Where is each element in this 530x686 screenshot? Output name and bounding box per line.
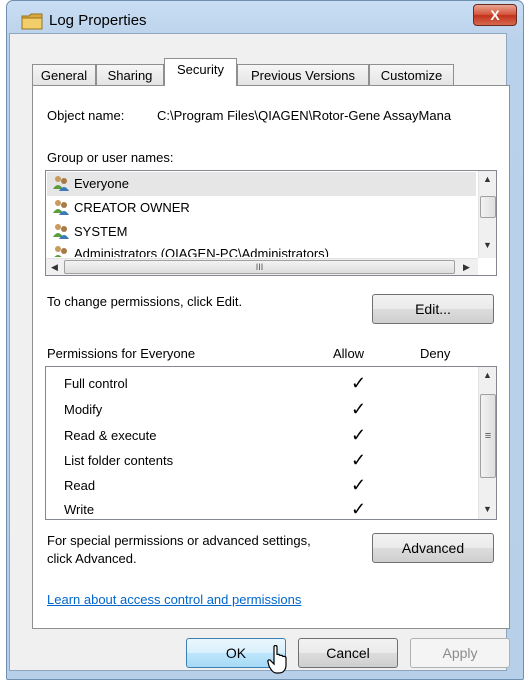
user-name: Administrators (QIAGEN-PC\Administrators… xyxy=(74,246,329,257)
tab-previous-versions[interactable]: Previous Versions xyxy=(237,64,369,86)
user-list-vertical-scrollbar[interactable]: ▲ ▼ xyxy=(478,171,496,258)
permission-name: List folder contents xyxy=(64,453,174,468)
allow-check-icon: ✓ xyxy=(351,499,367,519)
permissions-vertical-scrollbar[interactable]: ▲ ≡ ▼ xyxy=(478,367,496,519)
horizontal-scroll-thumb[interactable]: III xyxy=(64,260,455,274)
scroll-right-arrow-icon[interactable]: ▶ xyxy=(458,259,475,275)
cancel-button[interactable]: Cancel xyxy=(298,638,398,668)
tab-general[interactable]: General xyxy=(32,64,96,86)
allow-check-icon: ✓ xyxy=(351,475,367,495)
ok-button-label: OK xyxy=(225,645,247,661)
allow-check-icon: ✓ xyxy=(351,425,367,445)
tab-sharing-label: Sharing xyxy=(107,68,153,83)
mouse-pointer-icon xyxy=(267,645,287,674)
object-name-label: Object name: xyxy=(47,108,125,123)
user-list-item[interactable]: Administrators (QIAGEN-PC\Administrators… xyxy=(52,243,329,257)
advanced-button-label: Advanced xyxy=(401,540,465,556)
object-name-value: C:\Program Files\QIAGEN\Rotor-Gene Assay… xyxy=(157,108,452,123)
user-group-icon xyxy=(53,200,69,215)
user-name: CREATOR OWNER xyxy=(74,200,190,215)
permission-name: Read & execute xyxy=(64,428,157,443)
tab-security-label: Security xyxy=(177,62,224,77)
permission-row: Read & execute xyxy=(64,423,157,448)
user-list-item[interactable]: Everyone xyxy=(52,173,129,195)
deny-column-header: Deny xyxy=(420,346,451,361)
scroll-up-arrow-icon[interactable]: ▲ xyxy=(479,171,496,188)
scroll-grip: III xyxy=(255,262,264,272)
tab-security[interactable]: Security xyxy=(164,58,237,86)
permission-name: Write xyxy=(64,502,95,517)
advanced-button[interactable]: Advanced xyxy=(372,533,494,563)
close-button[interactable]: X xyxy=(473,4,517,26)
allow-check-icon: ✓ xyxy=(351,399,367,419)
permission-name: Read xyxy=(64,478,96,493)
folder-icon xyxy=(21,13,43,30)
user-list[interactable]: Everyone CREATOR OWNER SYSTEM Administra… xyxy=(45,170,497,276)
learn-access-control-link[interactable]: Learn about access control and permissio… xyxy=(47,592,301,607)
change-permissions-text: To change permissions, click Edit. xyxy=(47,294,243,309)
user-list-item[interactable]: CREATOR OWNER xyxy=(52,197,190,219)
permissions-header: Permissions for Everyone xyxy=(47,346,196,361)
edit-button[interactable]: Edit... xyxy=(372,294,494,324)
tab-customize[interactable]: Customize xyxy=(369,64,454,86)
user-group-icon xyxy=(53,224,69,239)
allow-check-icon: ✓ xyxy=(351,450,367,470)
user-group-icon xyxy=(54,246,67,257)
window-title: Log Properties xyxy=(49,12,147,29)
permission-row: Modify xyxy=(64,397,102,422)
tab-sharing[interactable]: Sharing xyxy=(96,64,164,86)
tab-customize-label: Customize xyxy=(380,68,443,83)
permission-name: Modify xyxy=(64,402,103,417)
allow-column-header: Allow xyxy=(333,346,365,361)
permission-row: Read xyxy=(64,473,95,498)
scroll-down-arrow-icon[interactable]: ▼ xyxy=(479,501,496,518)
scroll-left-arrow-icon[interactable]: ◀ xyxy=(46,259,63,275)
apply-button-label: Apply xyxy=(442,645,478,661)
tab-general-label: General xyxy=(40,68,88,83)
special-permissions-text-line1: For special permissions or advanced sett… xyxy=(47,533,311,548)
user-list-horizontal-scrollbar[interactable]: ◀ III ▶ xyxy=(46,258,478,275)
scroll-up-arrow-icon[interactable]: ▲ xyxy=(479,367,496,384)
user-name: Everyone xyxy=(74,176,129,191)
special-permissions-text-line2: click Advanced. xyxy=(47,551,137,566)
user-name: SYSTEM xyxy=(74,224,128,239)
apply-button[interactable]: Apply xyxy=(410,638,510,668)
permissions-list: Full control ✓ Modify ✓ Read & execute ✓… xyxy=(45,366,497,520)
permission-row: Write xyxy=(64,497,95,519)
user-list-item[interactable]: SYSTEM xyxy=(52,221,127,243)
scroll-grip: ≡ xyxy=(484,430,492,442)
edit-button-label: Edit... xyxy=(415,301,451,317)
close-icon: X xyxy=(490,7,500,23)
group-user-names-label: Group or user names: xyxy=(47,150,174,165)
scroll-thumb[interactable] xyxy=(480,196,496,218)
permission-row: Full control xyxy=(64,371,128,396)
user-group-icon xyxy=(53,176,69,191)
permission-name: Full control xyxy=(64,376,128,391)
allow-check-icon: ✓ xyxy=(351,373,367,393)
scroll-thumb[interactable]: ≡ xyxy=(480,394,496,478)
scroll-down-arrow-icon[interactable]: ▼ xyxy=(479,237,496,254)
permission-row: List folder contents xyxy=(64,448,173,473)
tab-previous-versions-label: Previous Versions xyxy=(250,68,356,83)
cancel-button-label: Cancel xyxy=(326,645,370,661)
